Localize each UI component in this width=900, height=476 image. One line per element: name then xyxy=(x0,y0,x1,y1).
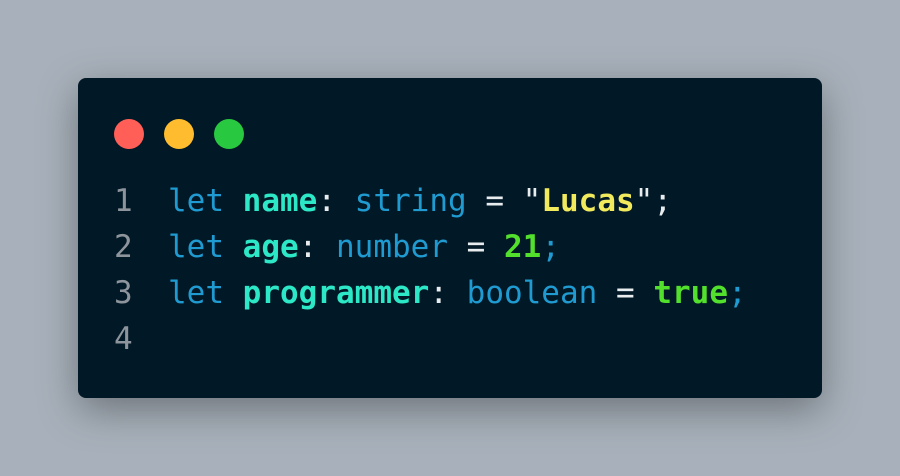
minimize-button[interactable] xyxy=(164,119,194,149)
type-token: string xyxy=(354,183,467,219)
boolean-value-token: true xyxy=(653,275,728,311)
quote-close-token: " xyxy=(634,183,654,219)
close-button[interactable] xyxy=(114,119,144,149)
keyword-token: let xyxy=(168,275,224,311)
semicolon-token: ; xyxy=(653,183,673,219)
line-number: 3 xyxy=(114,275,133,311)
keyword-token: let xyxy=(168,229,224,265)
semicolon-token: ; xyxy=(727,275,747,311)
code-editor[interactable]: 1 let name : string = " Lucas " ; 2 let … xyxy=(114,178,747,362)
window-controls xyxy=(114,119,244,149)
type-token: number xyxy=(336,229,448,265)
identifier-token: name xyxy=(242,183,318,219)
semicolon-token: ; xyxy=(541,229,561,265)
colon-token: : xyxy=(429,275,448,311)
type-token: boolean xyxy=(466,275,598,311)
keyword-token: let xyxy=(168,183,224,219)
code-line: 2 let age : number = 21 ; xyxy=(114,224,747,270)
line-number: 4 xyxy=(114,321,133,357)
identifier-token: programmer xyxy=(242,275,430,311)
equals-token: = xyxy=(466,229,486,265)
colon-token: : xyxy=(317,183,336,219)
number-value-token: 21 xyxy=(504,229,542,265)
identifier-token: age xyxy=(242,229,299,265)
equals-token: = xyxy=(485,183,504,219)
code-window: 1 let name : string = " Lucas " ; 2 let … xyxy=(78,78,822,398)
code-line: 4 xyxy=(114,316,747,362)
code-line: 1 let name : string = " Lucas " ; xyxy=(114,178,747,224)
quote-open-token: " xyxy=(522,183,542,219)
line-number: 1 xyxy=(114,183,133,219)
code-line: 3 let programmer : boolean = true ; xyxy=(114,270,747,316)
string-value-token: Lucas xyxy=(541,183,635,219)
line-number: 2 xyxy=(114,229,133,265)
colon-token: : xyxy=(298,229,318,265)
equals-token: = xyxy=(615,275,635,311)
maximize-button[interactable] xyxy=(214,119,244,149)
